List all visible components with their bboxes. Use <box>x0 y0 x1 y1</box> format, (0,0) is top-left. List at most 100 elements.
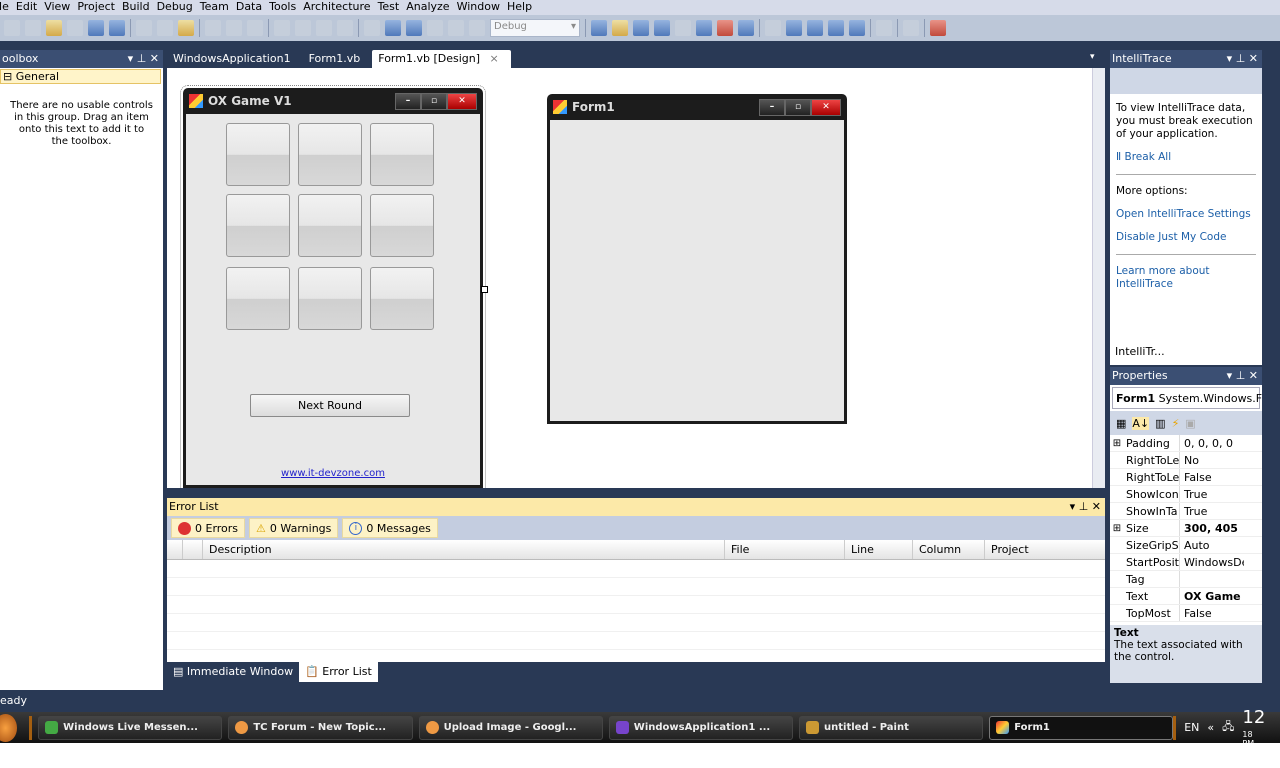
taskbar-item-paint[interactable]: untitled - Paint <box>799 715 984 740</box>
game-cell-button[interactable] <box>370 267 434 330</box>
game-cell-button[interactable] <box>370 194 434 257</box>
menu-team[interactable]: Team <box>200 0 229 15</box>
layout3-icon[interactable] <box>828 20 844 36</box>
expand-icon[interactable] <box>1110 554 1124 570</box>
tab-overflow-icon[interactable]: ▾ <box>1090 52 1095 62</box>
column-project[interactable]: Project <box>985 540 1105 559</box>
step-out-icon[interactable] <box>469 20 485 36</box>
errors-filter-button[interactable]: 0 Errors <box>171 518 246 538</box>
save-icon[interactable] <box>88 20 104 36</box>
properties-window-icon[interactable] <box>633 20 649 36</box>
expand-icon[interactable] <box>1110 605 1124 621</box>
menu-view[interactable]: View <box>44 0 70 15</box>
solution-configuration-dropdown[interactable]: Debug ▾ <box>490 19 580 37</box>
property-row[interactable]: RightToLe No <box>1110 452 1262 469</box>
object-selector[interactable]: Form1 System.Windows.F <box>1112 387 1262 409</box>
layout4-icon[interactable] <box>849 20 865 36</box>
menu-window[interactable]: Window <box>457 0 500 15</box>
start-page-icon[interactable] <box>696 20 712 36</box>
tab-windowsapplication1[interactable]: WindowsApplication1 <box>167 50 303 68</box>
panel-controls-icon[interactable]: ▾ ⊥ ✕ <box>128 50 159 68</box>
tab-form1-design[interactable]: Form1.vb [Design] × <box>372 50 511 68</box>
expand-icon[interactable] <box>1110 537 1124 553</box>
property-value[interactable]: No <box>1180 452 1244 468</box>
property-row[interactable]: TopMost False <box>1110 605 1262 622</box>
website-link[interactable]: www.it-devzone.com <box>186 468 480 479</box>
tab-solution-explorer[interactable]: Solutio... <box>1170 340 1228 364</box>
property-row[interactable]: TextOX Game V1 <box>1110 588 1262 605</box>
game-cell-button[interactable] <box>298 194 362 257</box>
arrow-icon[interactable] <box>765 20 781 36</box>
expand-icon[interactable]: ⊞ <box>1110 520 1124 536</box>
navigate-back-icon[interactable] <box>316 20 332 36</box>
property-value[interactable]: OX Game V1 <box>1180 588 1244 604</box>
find-icon[interactable] <box>205 20 221 36</box>
taskbar-item-chrome-forum[interactable]: TC Forum - New Topic... <box>228 715 413 740</box>
property-value[interactable]: True <box>1180 503 1244 519</box>
expand-icon[interactable] <box>1110 571 1124 587</box>
game-cell-button[interactable] <box>298 123 362 186</box>
solution-explorer-icon[interactable] <box>612 20 628 36</box>
property-row[interactable]: ShowInTa True <box>1110 503 1262 520</box>
step-into-icon[interactable] <box>427 20 443 36</box>
learn-more-link[interactable]: Learn more about IntelliTrace <box>1116 265 1256 291</box>
expand-icon[interactable] <box>1110 452 1124 468</box>
column-line[interactable]: Line <box>845 540 913 559</box>
taskbar-item-form1[interactable]: Form1 <box>989 715 1174 740</box>
open-file-icon[interactable] <box>46 20 62 36</box>
expand-icon[interactable] <box>1110 486 1124 502</box>
warnings-filter-button[interactable]: ⚠ 0 Warnings <box>249 518 339 538</box>
layout-icon[interactable] <box>786 20 802 36</box>
game-cell-button[interactable] <box>226 267 290 330</box>
save-all-icon[interactable] <box>109 20 125 36</box>
ox-game-form[interactable]: OX Game V1 – ▫ ✕ Next Round www.it-devzone… <box>180 85 486 488</box>
expand-icon[interactable]: ⊞ <box>1110 435 1124 451</box>
open-settings-link[interactable]: Open IntelliTrace Settings <box>1116 208 1256 221</box>
property-value[interactable]: False <box>1180 605 1244 621</box>
menu-build[interactable]: Build <box>122 0 150 15</box>
game-cell-button[interactable] <box>298 267 362 330</box>
connect-icon[interactable] <box>903 20 919 36</box>
expand-icon[interactable] <box>1110 503 1124 519</box>
menu-file[interactable]: ile <box>0 0 9 15</box>
network-icon[interactable]: 🖧 <box>1222 718 1234 737</box>
breakpoint-icon[interactable] <box>930 20 946 36</box>
designer-scrollbar[interactable] <box>1092 68 1105 488</box>
panel-controls-icon[interactable]: ▾ ⊥ ✕ <box>1227 367 1258 385</box>
menu-edit[interactable]: Edit <box>16 0 37 15</box>
menu-architecture[interactable]: Architecture <box>303 0 370 15</box>
game-cell-button[interactable] <box>370 123 434 186</box>
start-button[interactable] <box>0 713 18 742</box>
menu-project[interactable]: Project <box>77 0 115 15</box>
new-project-icon[interactable] <box>4 20 20 36</box>
column-file[interactable]: File <box>725 540 845 559</box>
panel-controls-icon[interactable]: ▾ ⊥ ✕ <box>1227 50 1258 68</box>
property-row[interactable]: StartPositiWindowsDefa <box>1110 554 1262 571</box>
add-item-icon[interactable] <box>25 20 41 36</box>
tab-immediate-window[interactable]: ▤ Immediate Window <box>167 662 299 682</box>
tab-error-list[interactable]: 📋 Error List <box>299 662 378 682</box>
property-value[interactable]: 300, 405 <box>1180 520 1244 536</box>
toolbox-icon[interactable] <box>675 20 691 36</box>
game-cell-button[interactable] <box>226 123 290 186</box>
add-new-item-icon[interactable] <box>67 20 83 36</box>
close-tab-icon[interactable]: × <box>490 52 499 65</box>
tab-intellitrace[interactable]: IntelliTr... <box>1110 340 1170 364</box>
cut-icon[interactable] <box>136 20 152 36</box>
property-row[interactable]: Tag <box>1110 571 1262 588</box>
alphabetical-icon[interactable]: A↓ <box>1132 416 1150 430</box>
property-row[interactable]: ⊞ Padding 0, 0, 0, 0 <box>1110 435 1262 452</box>
tray-expand-icon[interactable]: « <box>1207 721 1214 734</box>
resize-handle[interactable] <box>481 286 488 293</box>
expand-icon[interactable] <box>1110 588 1124 604</box>
properties-icon[interactable]: ▥ <box>1155 417 1165 430</box>
menu-data[interactable]: Data <box>236 0 262 15</box>
undo-icon[interactable] <box>274 20 290 36</box>
output-window-icon[interactable] <box>738 20 754 36</box>
error-list-icon[interactable] <box>717 20 733 36</box>
game-cell-button[interactable] <box>226 194 290 257</box>
property-value[interactable]: WindowsDefa <box>1180 554 1244 570</box>
property-value[interactable] <box>1180 571 1244 587</box>
menu-tools[interactable]: Tools <box>269 0 296 15</box>
property-row[interactable]: ⊞ Size 300, 405 <box>1110 520 1262 537</box>
